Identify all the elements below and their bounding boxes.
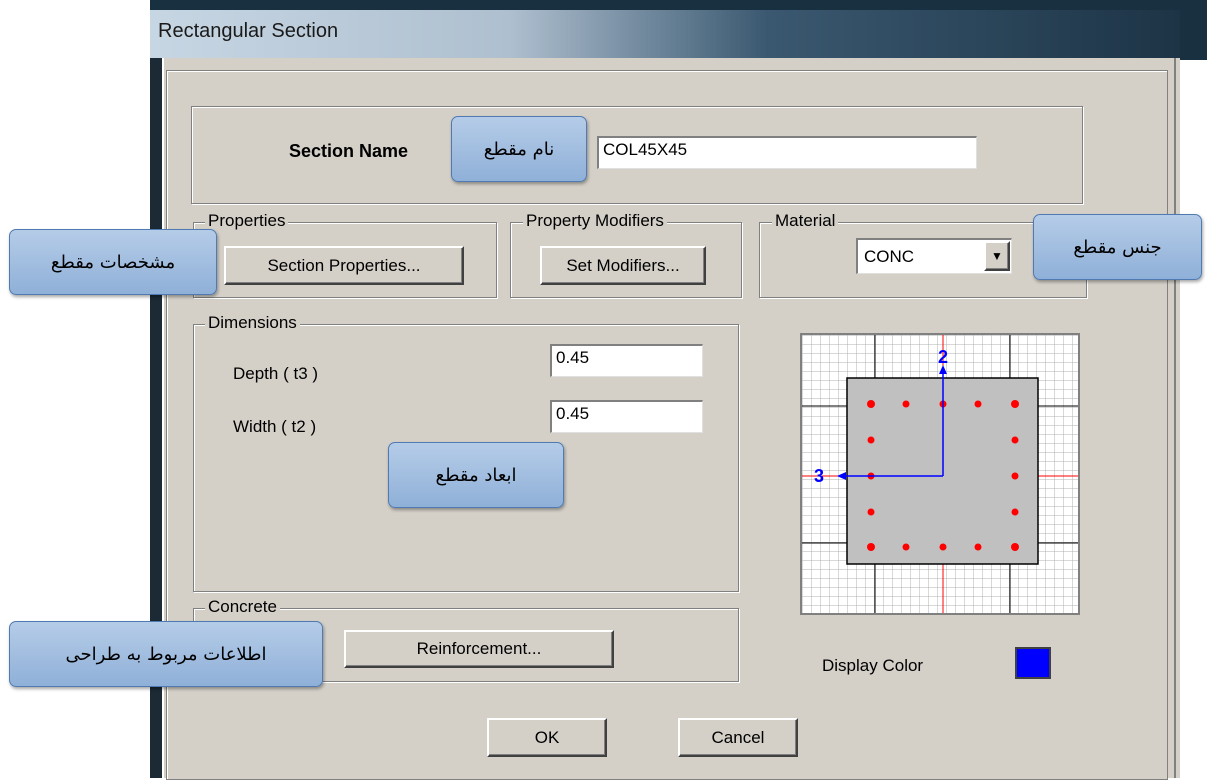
material-legend: Material (772, 212, 839, 230)
reinforcement-button[interactable]: Reinforcement... (344, 630, 614, 668)
section-preview-drawing: 2 3 (802, 335, 1078, 613)
width-input[interactable]: 0.45 (550, 400, 703, 433)
section-name-input[interactable]: COL45X45 (597, 136, 977, 169)
window-title: Rectangular Section (158, 20, 339, 42)
material-dropdown-button[interactable]: ▼ (984, 241, 1010, 271)
depth-input[interactable]: 0.45 (550, 344, 703, 377)
properties-legend: Properties (205, 212, 289, 230)
callout-section-name: نام مقطع (451, 116, 587, 182)
set-modifiers-button[interactable]: Set Modifiers... (540, 246, 706, 285)
chevron-down-icon: ▼ (991, 249, 1003, 263)
depth-label: Depth ( t3 ) (233, 364, 319, 383)
axis-3-label: 3 (814, 466, 824, 486)
property-modifiers-legend: Property Modifiers (523, 212, 667, 230)
cancel-button[interactable]: Cancel (678, 718, 798, 757)
display-color-swatch[interactable] (1015, 647, 1051, 679)
callout-dimensions: ابعاد مقطع (388, 442, 564, 508)
callout-reinforcement: اطلاعات مربوط به طراحی (9, 621, 323, 687)
section-name-label: Section Name (289, 141, 409, 161)
section-preview: 2 3 (800, 333, 1080, 615)
width-label: Width ( t2 ) (233, 417, 317, 436)
callout-section-properties: مشخصات مقطع (9, 229, 217, 295)
ok-button[interactable]: OK (487, 718, 607, 757)
section-properties-button[interactable]: Section Properties... (224, 246, 464, 285)
material-select-value: CONC (864, 246, 915, 266)
concrete-legend: Concrete (205, 598, 280, 616)
axis-2-label: 2 (938, 347, 948, 367)
callout-material: جنس مقطع (1033, 214, 1202, 280)
display-color-label: Display Color (822, 656, 924, 675)
dimensions-legend: Dimensions (205, 314, 300, 332)
